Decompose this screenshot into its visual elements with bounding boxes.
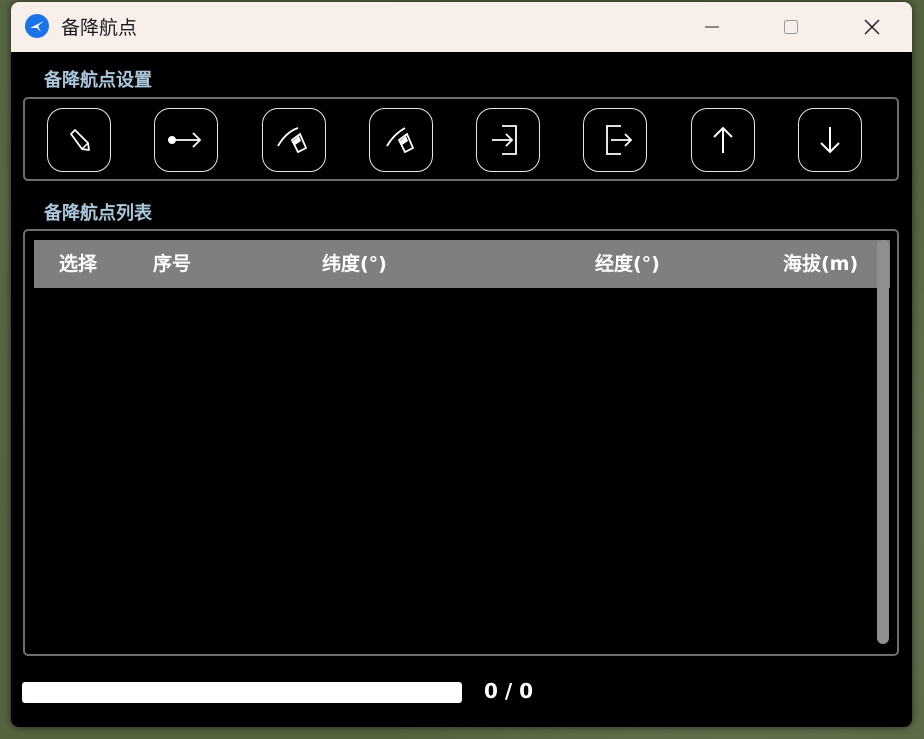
window-title: 备降航点: [61, 17, 138, 39]
table-header: 选择 序号 纬度(°) 经度(°) 海拔(m): [34, 240, 890, 288]
fill-bucket-icon: [277, 127, 308, 154]
title-bar[interactable]: 备降航点: [11, 2, 912, 52]
minimize-button[interactable]: [682, 2, 742, 52]
fill-area-alt-button[interactable]: [369, 108, 433, 172]
waypoint-list[interactable]: 选择 序号 纬度(°) 经度(°) 海拔(m): [23, 229, 899, 656]
export-icon: [606, 125, 633, 155]
column-header-index[interactable]: 序号: [153, 240, 191, 288]
export-waypoints-button[interactable]: [583, 108, 647, 172]
arrow-up-icon: [713, 126, 733, 153]
app-logo-icon: [25, 14, 49, 38]
maximize-button[interactable]: [761, 2, 821, 52]
minimize-icon: [705, 26, 719, 28]
fill-bucket-alt-icon: [386, 127, 415, 154]
move-up-button[interactable]: [691, 108, 755, 172]
point-arrow-icon: [168, 132, 202, 148]
progress-text: 0 / 0: [484, 679, 534, 703]
settings-section-label: 备降航点设置: [44, 70, 152, 91]
waypoint-settings-toolbar: [23, 97, 899, 181]
list-scrollbar[interactable]: [877, 240, 889, 644]
fill-area-button[interactable]: [262, 108, 326, 172]
column-header-select[interactable]: 选择: [59, 240, 97, 288]
import-waypoints-button[interactable]: [476, 108, 540, 172]
arrow-down-icon: [820, 127, 840, 154]
close-button[interactable]: [842, 2, 902, 52]
pencil-icon: [70, 129, 90, 151]
add-waypoint-button[interactable]: [154, 108, 218, 172]
move-down-button[interactable]: [798, 108, 862, 172]
progress-bar: [22, 682, 462, 703]
list-section-label: 备降航点列表: [44, 203, 152, 224]
alternate-waypoint-window: 备降航点 备降航点设置 备降航点列表 选择 序号 纬度(°) 经度(°) 海拔(…: [11, 2, 912, 727]
edit-waypoint-button[interactable]: [47, 108, 111, 172]
close-icon: [864, 19, 880, 35]
column-header-latitude[interactable]: 纬度(°): [322, 240, 387, 288]
column-header-longitude[interactable]: 经度(°): [595, 240, 660, 288]
maximize-icon: [784, 20, 798, 34]
import-icon: [492, 125, 517, 155]
column-header-altitude[interactable]: 海拔(m): [783, 240, 858, 288]
